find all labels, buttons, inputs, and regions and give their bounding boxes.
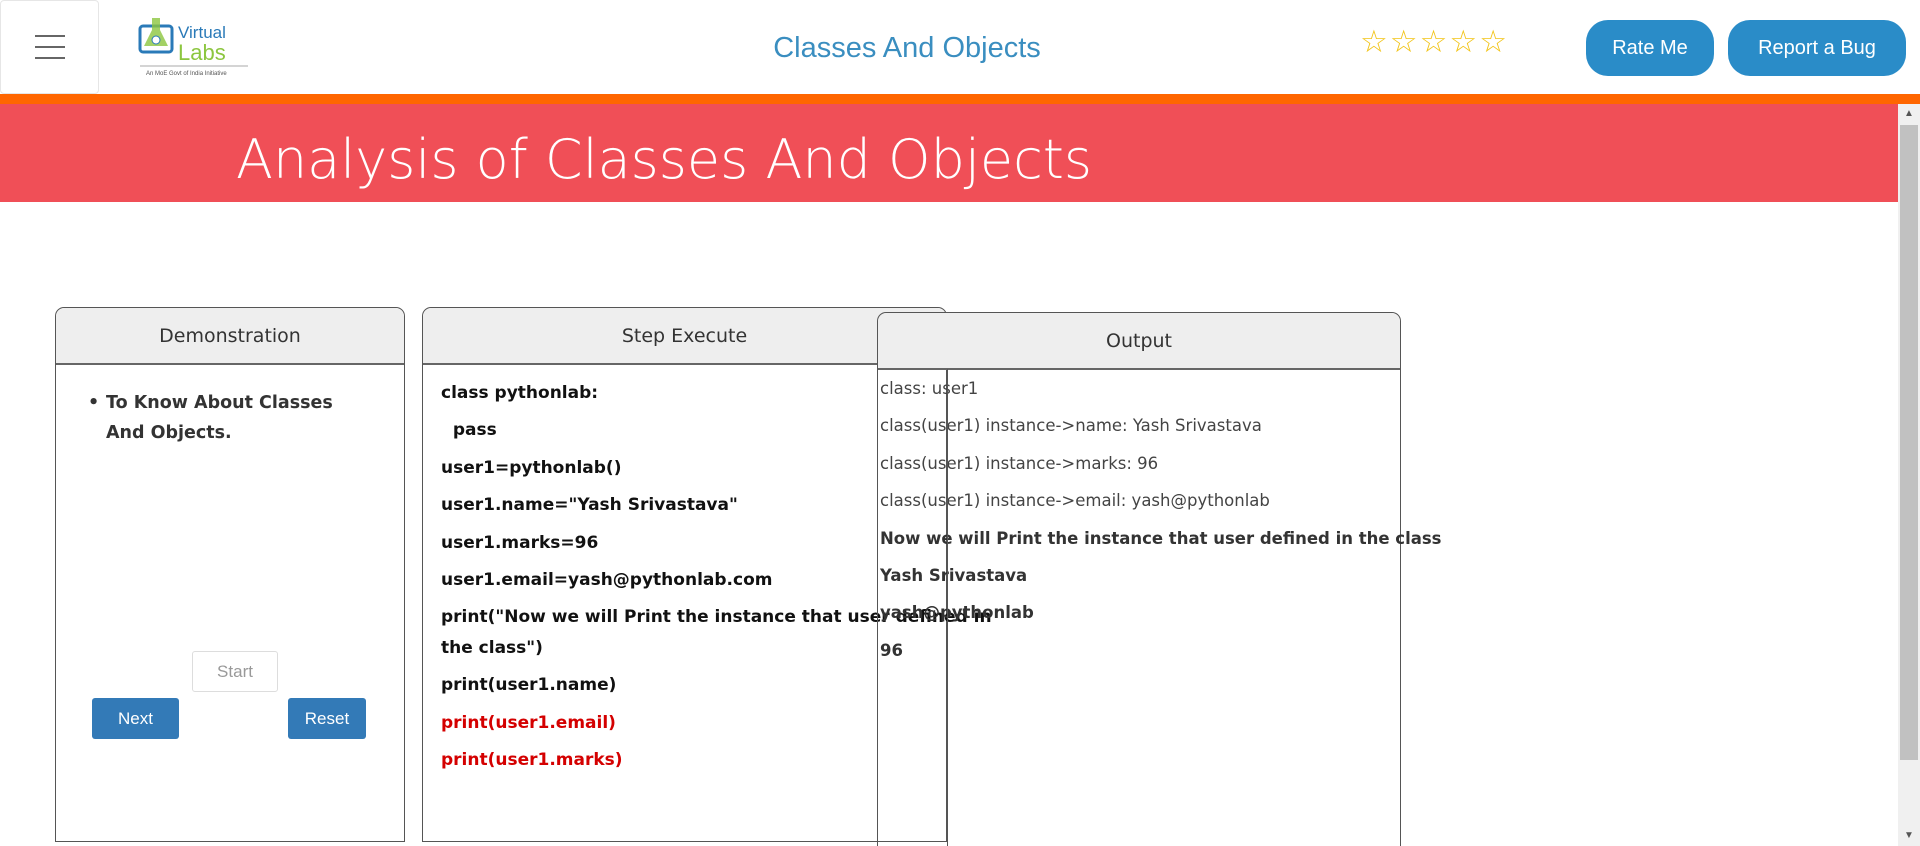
svg-text:An MoE Govt of India Initiativ: An MoE Govt of India Initiative: [146, 71, 227, 77]
panel-divider: [947, 369, 948, 846]
star-icon[interactable]: ☆: [1360, 24, 1390, 59]
code-line: class pythonlab:: [441, 383, 599, 403]
scrollbar-thumb[interactable]: [1900, 125, 1918, 760]
banner-title: Analysis of Classes And Objects: [0, 104, 1898, 202]
star-icon[interactable]: ☆: [1449, 24, 1479, 59]
code-line: user1.email=yash@pythonlab.com: [441, 570, 773, 590]
scroll-up-icon[interactable]: ▲: [1898, 104, 1920, 124]
demonstration-bullet: • To Know About Classes And Objects.: [88, 393, 333, 443]
output-line: class: user1: [880, 379, 979, 398]
star-icon[interactable]: ☆: [1420, 24, 1450, 59]
code-line: user1=pythonlab(): [441, 457, 622, 478]
code-line: user1.name="Yash Srivastava": [441, 495, 738, 516]
code-line: pass: [441, 420, 497, 441]
page-title: Classes And Objects: [773, 32, 1041, 64]
rate-me-button[interactable]: Rate Me: [1586, 20, 1714, 76]
star-icon[interactable]: ☆: [1479, 24, 1509, 59]
step-execute-panel: Step Execute class pythonlab: pass user1=…: [422, 307, 992, 842]
reset-button[interactable]: Reset: [288, 698, 366, 739]
output-line: 96: [880, 640, 903, 660]
output-line: Now we will Print the instance that user…: [880, 528, 1442, 548]
code-line: print(user1.marks): [441, 750, 623, 770]
code-line: print(user1.name): [441, 675, 617, 696]
next-button[interactable]: Next: [92, 698, 179, 739]
output-line: yash@pythonlab: [880, 603, 1034, 623]
star-icon[interactable]: ☆: [1390, 24, 1420, 59]
demonstration-heading: Demonstration: [56, 308, 404, 365]
code-line: print(user1.email): [441, 712, 616, 733]
step-execute-heading: Step Execute: [423, 308, 946, 365]
output-line: Yash Srivastava: [880, 566, 1028, 585]
demonstration-panel: Demonstration • To Know About Classes And…: [55, 307, 405, 842]
report-bug-button[interactable]: Report a Bug: [1728, 20, 1906, 76]
output-line: class(user1) instance->marks: 96: [880, 453, 1159, 473]
output-panel: Output class: user1 class(user1) instance…: [877, 312, 1442, 846]
rating-stars[interactable]: ☆☆☆☆☆: [1360, 24, 1509, 60]
code-line: user1.marks=96: [441, 532, 599, 553]
output-line: class(user1) instance->name: Yash Srivas…: [880, 416, 1262, 436]
accent-bar: [0, 94, 1920, 104]
output-heading: Output: [878, 313, 1400, 370]
start-button[interactable]: Start: [192, 651, 278, 692]
code-line: the class"): [441, 637, 543, 658]
scroll-down-icon[interactable]: ▼: [1898, 826, 1920, 846]
output-line: class(user1) instance->email: yash@pytho…: [880, 491, 1270, 511]
